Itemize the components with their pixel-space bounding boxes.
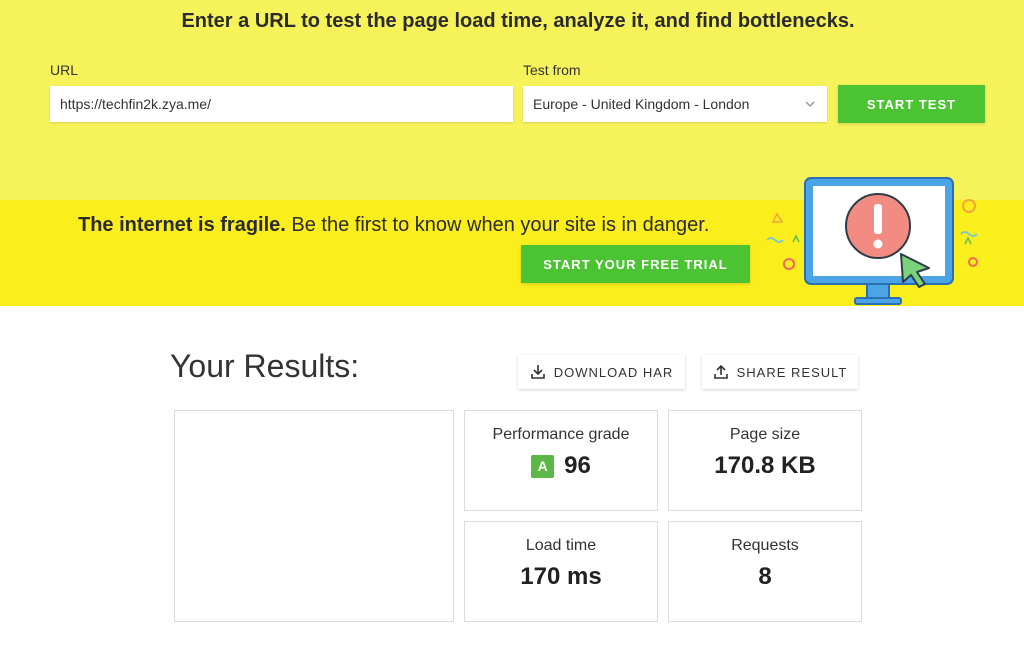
download-har-label: DOWNLOAD HAR [553, 364, 674, 380]
performance-grade-card: Performance grade A 96 [464, 410, 658, 511]
promo-banner: The internet is fragile. Be the first to… [0, 177, 1024, 306]
requests-value: 8 [758, 563, 772, 590]
grade-number: 96 [564, 452, 591, 479]
url-label: URL [50, 62, 79, 78]
test-location-select[interactable]: Europe - United Kingdom - London [523, 86, 827, 122]
share-icon [713, 364, 728, 379]
promo-message: The internet is fragile. Be the first to… [78, 214, 709, 237]
performance-grade-label: Performance grade [492, 426, 630, 443]
page-size-card: Page size 170.8 KB [668, 410, 862, 511]
share-result-button[interactable]: SHARE RESULT [702, 355, 858, 389]
test-from-label: Test from [523, 62, 581, 78]
download-icon [530, 365, 545, 379]
page-headline: Enter a URL to test the page load time, … [181, 10, 855, 32]
page-screenshot-thumbnail [174, 410, 454, 622]
chevron-down-icon [805, 101, 815, 108]
promo-bold-text: The internet is fragile. [78, 214, 286, 236]
requests-card: Requests 8 [668, 521, 862, 622]
load-time-value: 170 ms [520, 563, 602, 590]
performance-grade-value: A 96 [465, 452, 657, 480]
load-time-card: Load time 170 ms [464, 521, 658, 622]
results-title: Your Results: [170, 348, 360, 384]
test-form-section: Enter a URL to test the page load time, … [0, 0, 1024, 200]
url-input[interactable] [50, 86, 513, 122]
test-location-value: Europe - United Kingdom - London [533, 96, 750, 112]
monitor-alert-illustration [766, 177, 978, 305]
page-size-value: 170.8 KB [714, 452, 816, 479]
requests-label: Requests [731, 537, 799, 554]
page-size-label: Page size [729, 426, 801, 443]
download-har-button[interactable]: DOWNLOAD HAR [518, 355, 685, 389]
share-result-label: SHARE RESULT [736, 364, 848, 380]
start-free-trial-button[interactable]: START YOUR FREE TRIAL [521, 245, 750, 283]
load-time-label: Load time [525, 537, 597, 554]
promo-body-text: Be the first to know when your site is i… [285, 214, 710, 236]
start-test-button[interactable]: START TEST [838, 85, 985, 123]
grade-badge: A [531, 454, 555, 478]
